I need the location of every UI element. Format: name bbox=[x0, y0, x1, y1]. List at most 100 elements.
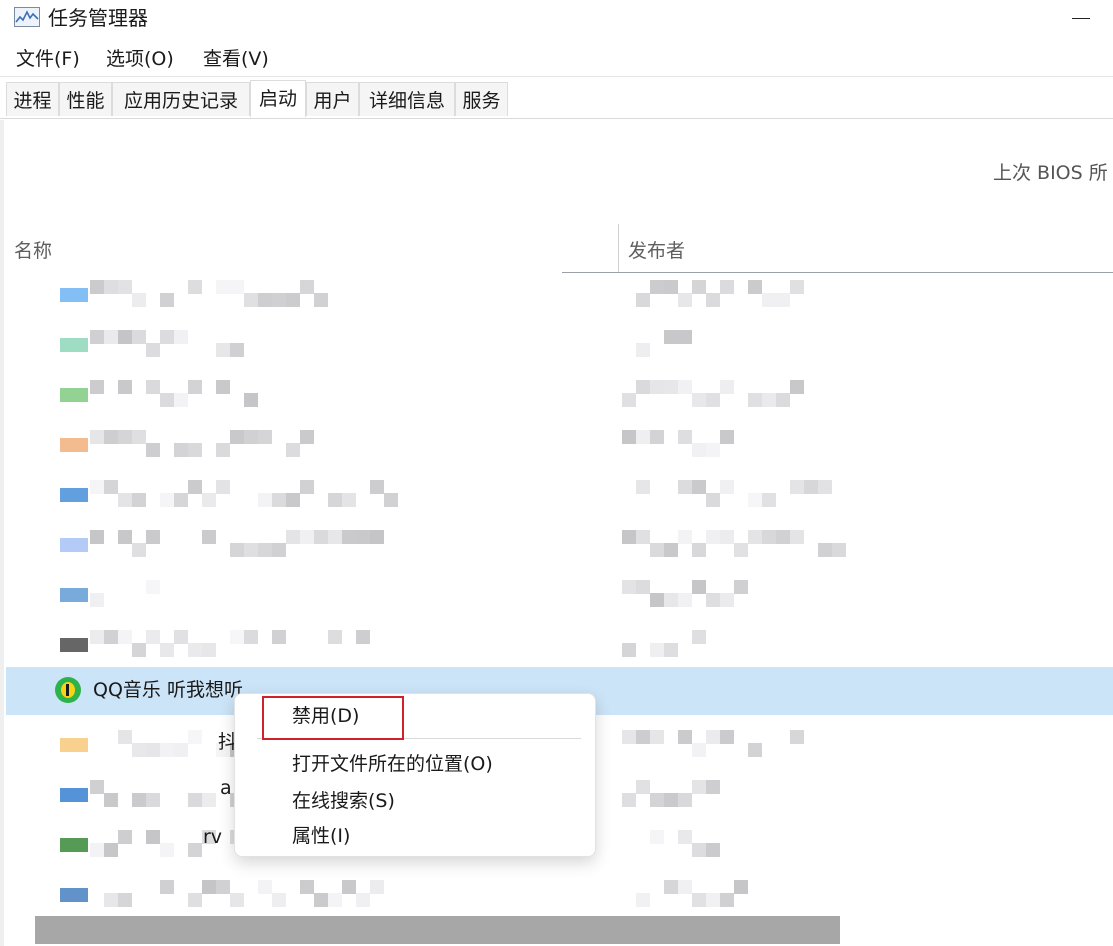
blurred-text-pixel bbox=[622, 580, 636, 594]
blurred-text-pixel bbox=[622, 393, 636, 407]
blurred-text-pixel bbox=[272, 293, 286, 307]
blurred-text-pixel bbox=[650, 380, 664, 394]
blurred-text-pixel bbox=[650, 730, 664, 744]
blurred-text-pixel bbox=[216, 343, 230, 357]
row-partial-text: rv bbox=[203, 826, 223, 848]
menu-file[interactable]: 文件(F) bbox=[14, 46, 82, 72]
blurred-text-pixel bbox=[804, 480, 818, 494]
context-menu-properties[interactable]: 属性(I) bbox=[292, 823, 350, 849]
horizontal-scrollbar[interactable] bbox=[35, 916, 840, 944]
blurred-text-pixel bbox=[146, 580, 160, 594]
blurred-text-pixel bbox=[104, 480, 118, 494]
blurred-text-pixel bbox=[216, 480, 230, 494]
blurred-text-pixel bbox=[90, 630, 104, 644]
blurred-text-pixel bbox=[146, 793, 160, 807]
blurred-text-pixel bbox=[692, 843, 706, 857]
tab-services[interactable]: 服务 bbox=[455, 82, 508, 116]
blurred-text-pixel bbox=[748, 280, 762, 294]
blurred-text-pixel bbox=[202, 493, 216, 507]
app-icon-blurred bbox=[60, 438, 88, 452]
blurred-text-pixel bbox=[90, 480, 104, 494]
blurred-text-pixel bbox=[230, 630, 244, 644]
blurred-text-pixel bbox=[342, 530, 356, 544]
blurred-text-pixel bbox=[244, 543, 258, 557]
blurred-text-pixel bbox=[188, 643, 202, 657]
context-menu-search-online[interactable]: 在线搜索(S) bbox=[292, 788, 395, 814]
blurred-text-pixel bbox=[216, 880, 230, 894]
menu-view[interactable]: 查看(V) bbox=[201, 46, 271, 72]
column-header-publisher[interactable]: 发布者 bbox=[628, 236, 685, 266]
blurred-text-pixel bbox=[692, 630, 706, 644]
blurred-text-pixel bbox=[272, 493, 286, 507]
blurred-text-pixel bbox=[342, 493, 356, 507]
minimize-button[interactable] bbox=[1072, 18, 1090, 19]
blurred-text-pixel bbox=[720, 480, 734, 494]
app-icon-blurred bbox=[60, 288, 88, 302]
blurred-text-pixel bbox=[776, 393, 790, 407]
blurred-text-pixel bbox=[160, 843, 174, 857]
tab-startup[interactable]: 启动 bbox=[250, 80, 306, 117]
blurred-text-pixel bbox=[258, 430, 272, 444]
menu-options[interactable]: 选项(O) bbox=[104, 46, 176, 72]
blurred-text-pixel bbox=[678, 730, 692, 744]
blurred-text-pixel bbox=[118, 280, 132, 294]
blurred-text-pixel bbox=[90, 430, 104, 444]
window-left-edge bbox=[0, 120, 4, 946]
blurred-text-pixel bbox=[706, 443, 720, 457]
blurred-text-pixel bbox=[314, 530, 328, 544]
title-bar: 任务管理器 bbox=[0, 0, 1113, 38]
blurred-text-pixel bbox=[790, 280, 804, 294]
blurred-text-pixel bbox=[790, 480, 804, 494]
blurred-text-pixel bbox=[692, 743, 706, 757]
app-icon-blurred bbox=[60, 888, 88, 902]
app-icon-blurred bbox=[60, 538, 88, 552]
blurred-text-pixel bbox=[636, 530, 650, 544]
tab-details[interactable]: 详细信息 bbox=[359, 82, 455, 116]
blurred-text-pixel bbox=[244, 630, 258, 644]
blurred-text-pixel bbox=[356, 630, 370, 644]
blurred-text-pixel bbox=[146, 380, 160, 394]
blurred-text-pixel bbox=[174, 493, 188, 507]
blurred-text-pixel bbox=[90, 843, 104, 857]
blurred-text-pixel bbox=[286, 443, 300, 457]
blurred-text-pixel bbox=[790, 380, 804, 394]
blurred-text-pixel bbox=[650, 793, 664, 807]
blurred-text-pixel bbox=[188, 480, 202, 494]
blurred-text-pixel bbox=[790, 730, 804, 744]
blurred-text-pixel bbox=[622, 530, 636, 544]
blurred-text-pixel bbox=[678, 593, 692, 607]
blurred-text-pixel bbox=[258, 493, 272, 507]
column-underline-publisher bbox=[618, 272, 1113, 273]
blurred-text-pixel bbox=[160, 643, 174, 657]
blurred-text-pixel bbox=[118, 430, 132, 444]
last-bios-time-label: 上次 BIOS 所 bbox=[993, 162, 1108, 184]
column-header-name[interactable]: 名称 bbox=[14, 236, 52, 266]
blurred-text-pixel bbox=[818, 480, 832, 494]
blurred-text-pixel bbox=[90, 280, 104, 294]
tab-users[interactable]: 用户 bbox=[306, 82, 359, 116]
blurred-text-pixel bbox=[328, 893, 342, 907]
tab-performance[interactable]: 性能 bbox=[59, 82, 112, 116]
blurred-text-pixel bbox=[664, 330, 678, 344]
tab-app-history[interactable]: 应用历史记录 bbox=[112, 82, 250, 116]
blurred-text-pixel bbox=[650, 543, 664, 557]
blurred-text-pixel bbox=[118, 380, 132, 394]
blurred-text-pixel bbox=[118, 493, 132, 507]
blurred-text-pixel bbox=[356, 530, 370, 544]
blurred-text-pixel bbox=[706, 493, 720, 507]
context-menu-open-file-location[interactable]: 打开文件所在的位置(O) bbox=[292, 751, 493, 777]
blurred-text-pixel bbox=[622, 643, 636, 657]
blurred-text-pixel bbox=[636, 380, 650, 394]
blurred-text-pixel bbox=[90, 530, 104, 544]
tab-processes[interactable]: 进程 bbox=[6, 82, 59, 116]
blurred-text-pixel bbox=[300, 430, 314, 444]
blurred-text-pixel bbox=[692, 780, 706, 794]
blurred-text-pixel bbox=[342, 880, 356, 894]
blurred-text-pixel bbox=[692, 893, 706, 907]
blurred-text-pixel bbox=[664, 643, 678, 657]
menu-bar: 文件(F) 选项(O) 查看(V) bbox=[0, 42, 1113, 77]
blurred-text-pixel bbox=[188, 730, 202, 744]
blurred-text-pixel bbox=[160, 330, 174, 344]
column-separator[interactable] bbox=[618, 224, 619, 272]
blurred-text-pixel bbox=[748, 530, 762, 544]
